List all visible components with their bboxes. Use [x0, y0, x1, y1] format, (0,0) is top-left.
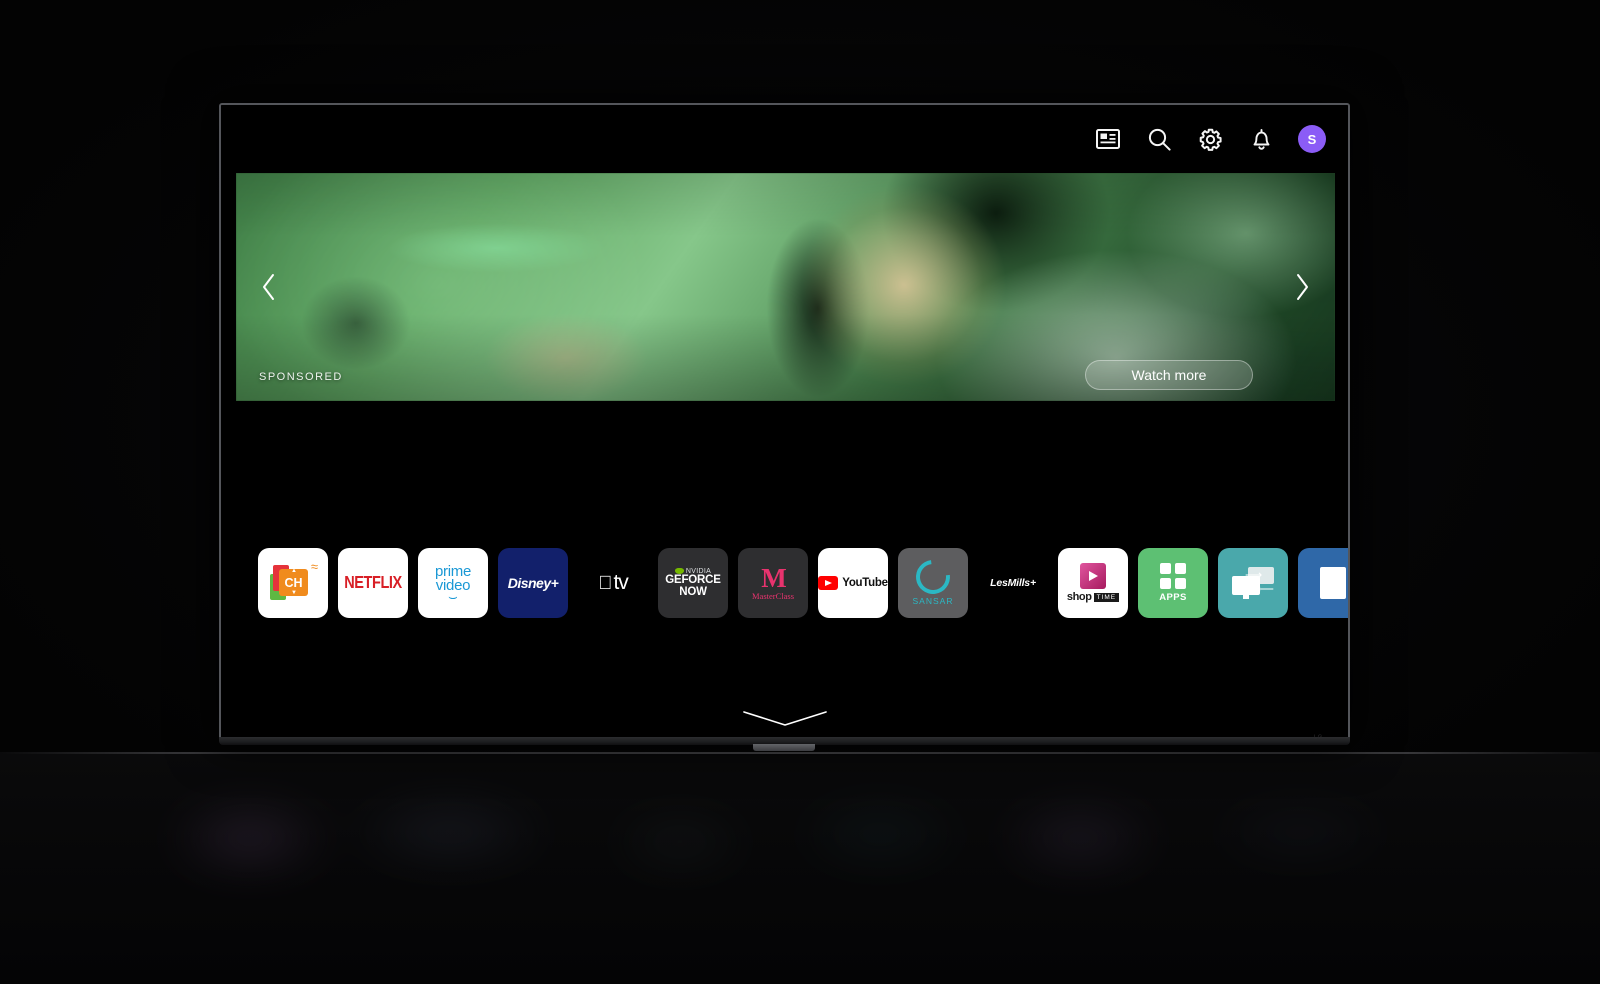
app-label: APPS: [1159, 592, 1187, 603]
shoptime-logo: shop TIME: [1066, 563, 1120, 603]
app-all-apps[interactable]: APPS: [1138, 548, 1208, 618]
document-icon: [1320, 567, 1346, 599]
bell-icon[interactable]: [1247, 125, 1275, 153]
app-lesmills[interactable]: LesMills+: [978, 548, 1048, 618]
app-label: tv: [606, 571, 628, 594]
prime-video-logo: prime video ⌣: [435, 564, 471, 606]
app-screen-share[interactable]: ⟶ ⟵: [1218, 548, 1288, 618]
floor-reflection: [120, 782, 1480, 952]
avatar-initial: S: [1307, 131, 1317, 147]
app-launcher-row: CH ▲ ▼ ≈ NETFLIX prime video ⌣ Disney+ t…: [221, 548, 1348, 636]
top-bar: S: [221, 105, 1348, 173]
app-label: YouTube: [842, 577, 888, 589]
youtube-logo: YouTube: [818, 576, 888, 590]
webos-home-screen: S SPONSORED Watch more CH ▲ ▼ ≈ NETFLIX …: [221, 105, 1348, 738]
avatar[interactable]: S: [1298, 125, 1326, 153]
app-label-secondary: NOW: [679, 585, 707, 598]
app-shoptime[interactable]: shop TIME: [1058, 548, 1128, 618]
sansar-logo: SANSAR: [909, 553, 957, 606]
input-list-icon[interactable]: [1094, 125, 1122, 153]
apple-icon: : [598, 574, 612, 593]
search-icon[interactable]: [1145, 125, 1173, 153]
play-icon: [818, 576, 839, 590]
app-geforce-now[interactable]: NVIDIA GEFORCE NOW: [658, 548, 728, 618]
app-logo-mark: M: [761, 563, 786, 594]
geforce-now-logo: NVIDIA GEFORCE NOW: [665, 568, 721, 599]
screen-share-icon: ⟶ ⟵: [1232, 567, 1274, 599]
app-prime-video[interactable]: prime video ⌣: [418, 548, 488, 618]
smile-arrow-icon: ⌣: [448, 588, 458, 606]
watch-more-button[interactable]: Watch more: [1085, 360, 1253, 390]
expand-chevron-down-icon[interactable]: [742, 710, 828, 728]
app-label: SANSAR: [912, 596, 954, 606]
all-apps-logo: APPS: [1159, 563, 1186, 603]
app-apple-tv[interactable]:  tv: [578, 548, 648, 618]
app-netflix[interactable]: NETFLIX: [338, 548, 408, 618]
app-label: Disney+: [507, 575, 559, 591]
chevron-right-icon[interactable]: [1285, 270, 1319, 304]
grid-icon: [1159, 563, 1186, 589]
tv-stand: [753, 744, 815, 751]
app-label: LesMills+: [990, 577, 1036, 589]
app-masterclass[interactable]: M MasterClass: [738, 548, 808, 618]
app-label: CH: [284, 575, 303, 590]
app-label-badge: TIME: [1093, 592, 1120, 602]
app-sansar[interactable]: SANSAR: [898, 548, 968, 618]
tv-panel: S SPONSORED Watch more CH ▲ ▼ ≈ NETFLIX …: [219, 103, 1350, 740]
app-next-partial[interactable]: [1298, 548, 1348, 618]
tv-model-label: LG ———: [1313, 735, 1344, 741]
app-label: NETFLIX: [344, 573, 402, 593]
app-channels[interactable]: CH ▲ ▼ ≈: [258, 548, 328, 618]
floor-horizon-line: [0, 752, 1600, 754]
app-label: shop: [1066, 591, 1092, 603]
app-label: MasterClass: [751, 591, 795, 602]
masterclass-logo: M MasterClass: [752, 565, 794, 601]
app-label: GEFORCE: [665, 573, 721, 586]
ring-icon: [909, 553, 957, 601]
app-disney-plus[interactable]: Disney+: [498, 548, 568, 618]
category-card-row: LIVE Live TV 25-1 tvN Home Office Work o…: [221, 417, 1348, 530]
wifi-icon: ≈: [310, 559, 318, 574]
shopping-bag-icon: [1080, 563, 1106, 589]
sponsored-label: SPONSORED: [259, 371, 343, 383]
ambient-room: S SPONSORED Watch more CH ▲ ▼ ≈ NETFLIX …: [0, 0, 1600, 984]
channels-logo: CH ▲ ▼ ≈: [270, 559, 318, 604]
hero-banner[interactable]: SPONSORED Watch more: [236, 173, 1335, 401]
gear-icon[interactable]: [1196, 125, 1224, 153]
chevron-left-icon[interactable]: [252, 270, 286, 304]
app-youtube[interactable]: YouTube: [818, 548, 888, 618]
